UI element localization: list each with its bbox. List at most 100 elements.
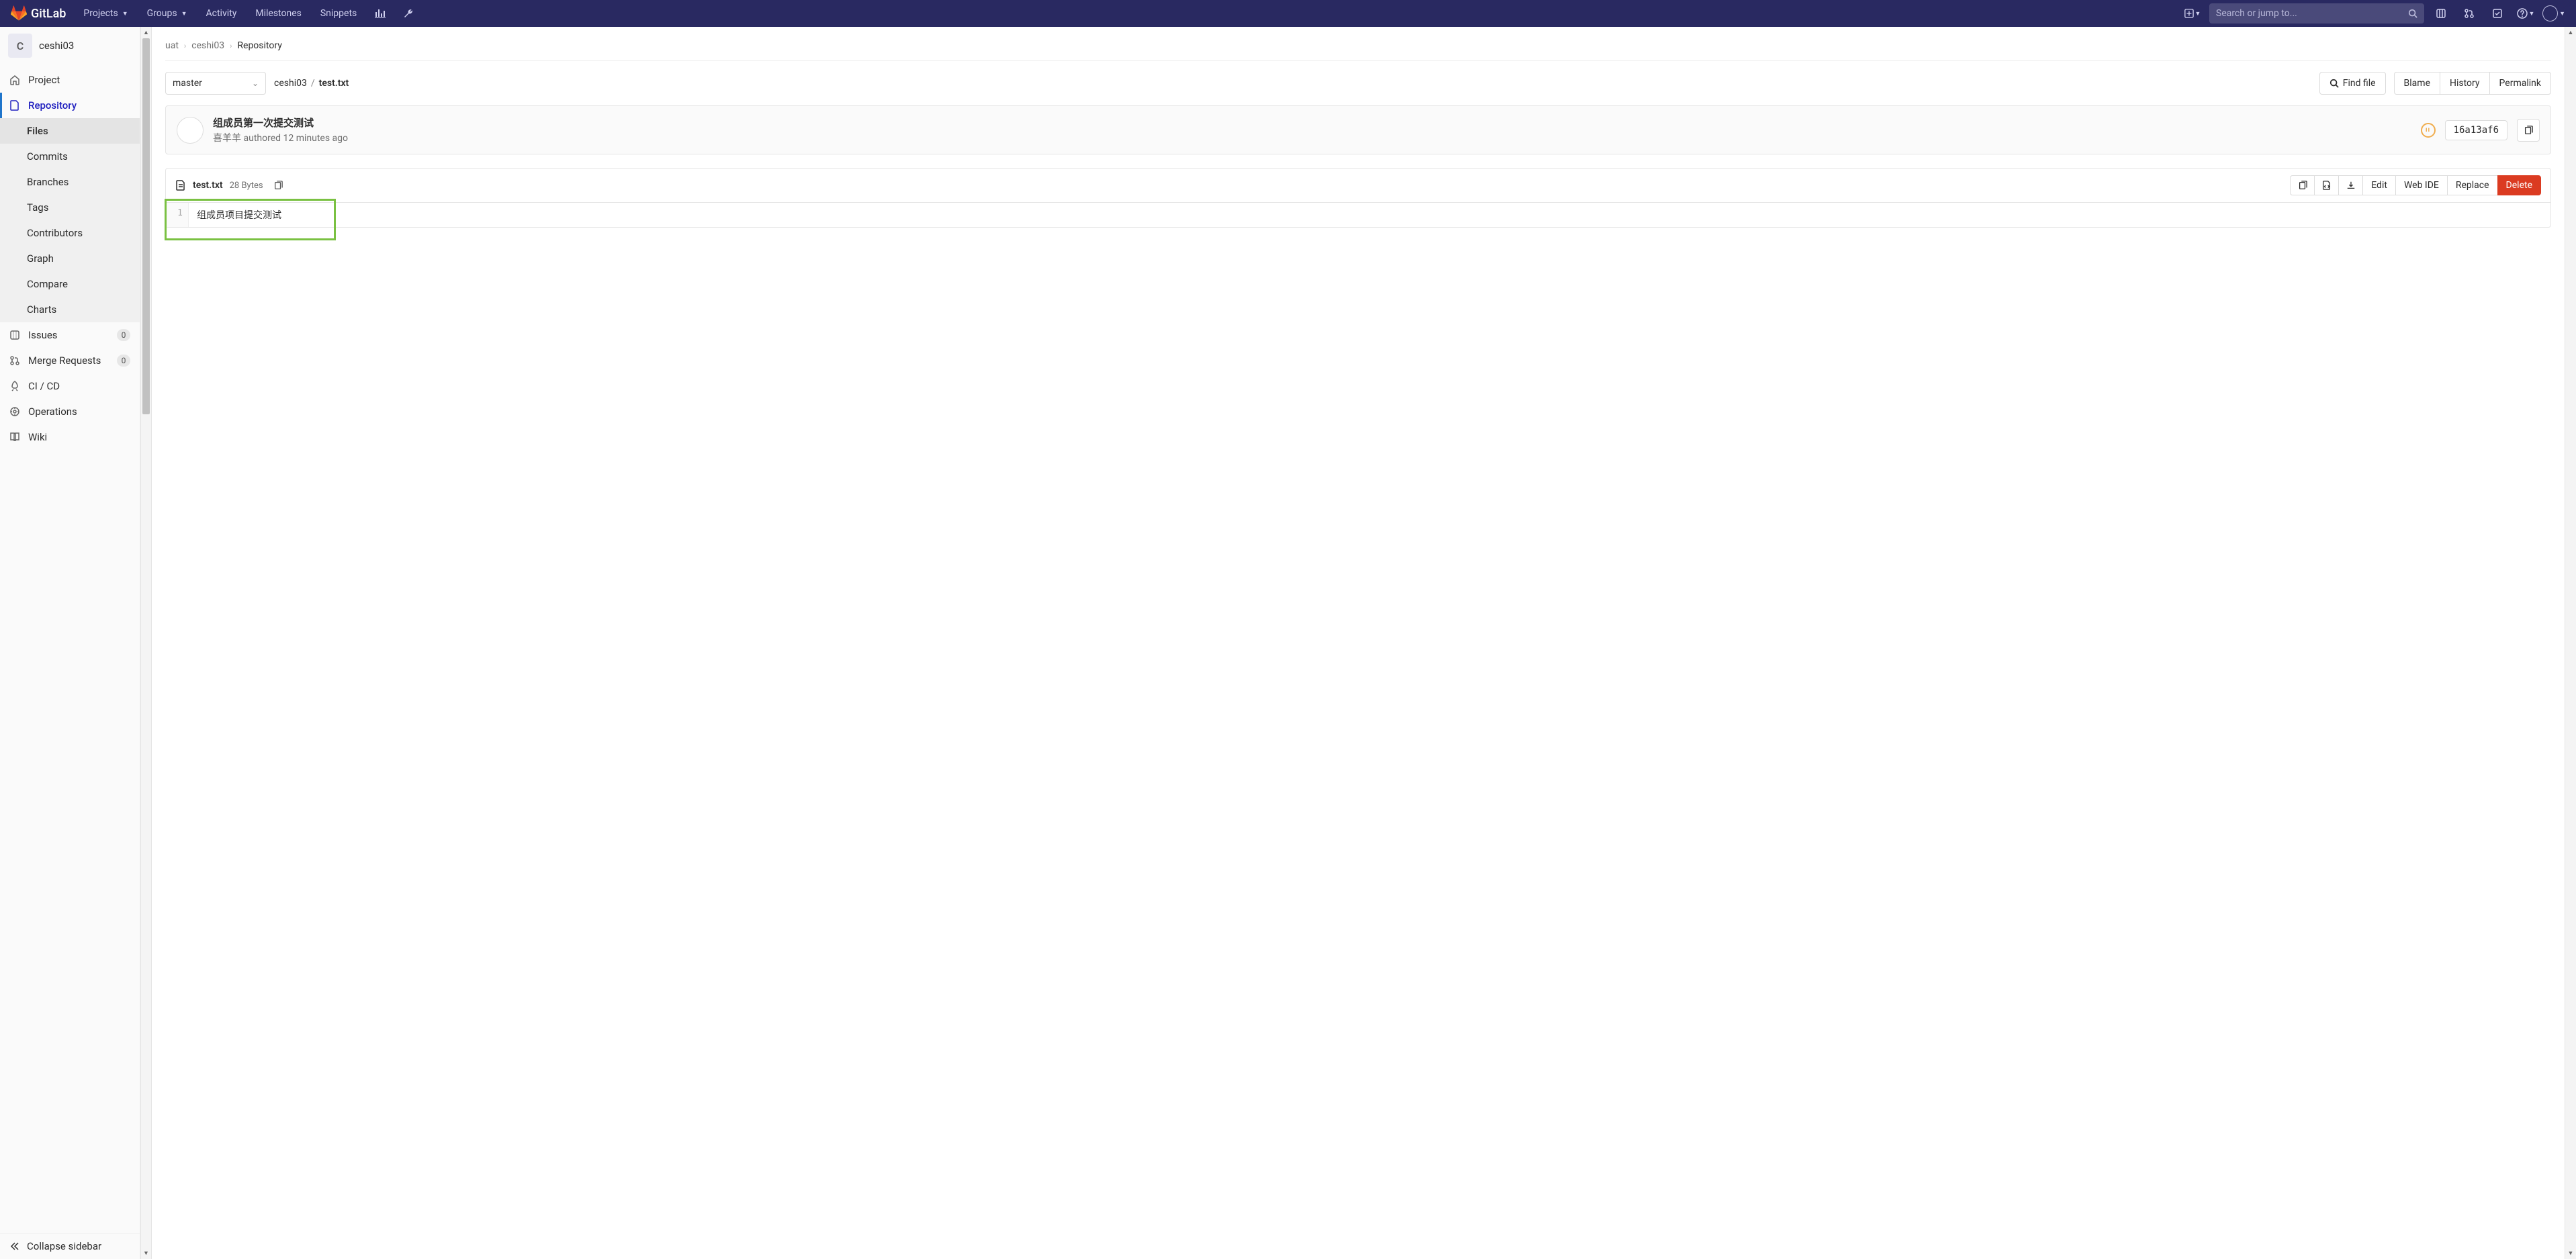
sidebar-item-wiki[interactable]: Wiki — [0, 424, 140, 450]
nav-milestones[interactable]: Milestones — [249, 0, 308, 27]
sidebar-sub-files[interactable]: Files — [0, 118, 140, 144]
file-history-group: Blame History Permalink — [2394, 72, 2551, 95]
branch-selector[interactable]: master ⌄ — [165, 72, 266, 95]
sidebar-sub-commits[interactable]: Commits — [0, 144, 140, 169]
chevron-down-icon: ▼ — [181, 10, 187, 17]
todos-icon[interactable] — [2486, 0, 2509, 27]
commit-sha[interactable]: 16a13af6 — [2445, 120, 2507, 140]
sidebar-sub-graph[interactable]: Graph — [0, 246, 140, 271]
copy-icon — [273, 181, 283, 190]
user-avatar — [2542, 5, 2558, 21]
chevron-down-icon: ▼ — [2559, 10, 2565, 17]
scroll-up-icon: ▲ — [2565, 27, 2576, 38]
nav-snippets[interactable]: Snippets — [314, 0, 363, 27]
scroll-up-icon: ▲ — [141, 27, 151, 38]
sidebar-sub-compare[interactable]: Compare — [0, 271, 140, 297]
breadcrumb-group[interactable]: uat — [165, 40, 179, 51]
analytics-icon[interactable] — [369, 0, 392, 27]
sidebar-sub-charts[interactable]: Charts — [0, 297, 140, 322]
collapse-label: Collapse sidebar — [27, 1240, 101, 1252]
nav-activity[interactable]: Activity — [199, 0, 244, 27]
blame-button[interactable]: Blame — [2394, 72, 2440, 95]
scrollbar-thumb[interactable] — [142, 38, 150, 414]
breadcrumb-page: Repository — [237, 40, 281, 51]
issues-shortcut-icon[interactable] — [2430, 0, 2452, 27]
sidebar-item-project[interactable]: Project — [0, 67, 140, 93]
admin-wrench-icon[interactable] — [397, 0, 420, 27]
delete-button[interactable]: Delete — [2497, 175, 2541, 195]
replace-button[interactable]: Replace — [2447, 175, 2497, 195]
file-text-icon — [175, 180, 186, 191]
copy-sha-button[interactable] — [2517, 119, 2540, 142]
issues-count-badge: 0 — [117, 329, 130, 341]
copy-contents-button[interactable] — [2290, 175, 2314, 195]
sidebar-label: Issues — [28, 329, 58, 341]
main-scrollbar[interactable]: ▲ ▼ — [2565, 27, 2576, 1259]
user-menu[interactable]: ▼ — [2542, 0, 2565, 27]
sidebar-label: Project — [28, 74, 60, 86]
last-commit: 组成员第一次提交测试 喜羊羊 authored 12 minutes ago ı… — [165, 105, 2551, 154]
sidebar-item-repository[interactable]: Repository — [0, 93, 140, 118]
sidebar-sub-branches[interactable]: Branches — [0, 169, 140, 195]
search-icon — [2329, 79, 2339, 88]
file-path: ceshi03 / test.txt — [274, 78, 349, 89]
file-size: 28 Bytes — [230, 181, 263, 191]
nav-projects[interactable]: Projects▼ — [77, 0, 134, 27]
brand-label: GitLab — [31, 7, 66, 21]
search-input[interactable] — [2216, 8, 2408, 19]
top-nav: GitLab Projects▼ Groups▼ Activity Milest… — [0, 0, 2576, 27]
permalink-button[interactable]: Permalink — [2489, 72, 2551, 95]
breadcrumb-project[interactable]: ceshi03 — [191, 40, 224, 51]
sidebar-item-cicd[interactable]: CI / CD — [0, 373, 140, 399]
doc-icon — [9, 100, 20, 111]
copy-path-button[interactable] — [270, 177, 286, 193]
history-button[interactable]: History — [2440, 72, 2489, 95]
path-project[interactable]: ceshi03 — [274, 78, 307, 89]
sidebar-label: Operations — [28, 406, 77, 418]
sidebar-project-header[interactable]: C ceshi03 — [0, 27, 140, 64]
path-filename: test.txt — [319, 78, 349, 89]
pipeline-status-pending-icon[interactable]: ıı — [2421, 123, 2436, 138]
sidebar-item-operations[interactable]: Operations — [0, 399, 140, 424]
sidebar-scrollbar[interactable]: ▲ ▼ — [140, 27, 152, 1259]
mrs-count-badge: 0 — [117, 355, 130, 367]
sidebar-item-issues[interactable]: Issues 0 — [0, 322, 140, 348]
file-name: test.txt — [193, 180, 223, 191]
sidebar-label: Repository — [28, 99, 77, 111]
sidebar-sub-contributors[interactable]: Contributors — [0, 220, 140, 246]
download-button[interactable] — [2338, 175, 2362, 195]
breadcrumbs: uat › ceshi03 › Repository — [165, 36, 2551, 61]
commit-meta: 喜羊羊 authored 12 minutes ago — [213, 131, 348, 144]
gitlab-logo[interactable]: GitLab — [11, 5, 66, 21]
copy-icon — [2524, 126, 2533, 135]
rocket-icon — [9, 381, 20, 391]
collapse-sidebar[interactable]: Collapse sidebar — [0, 1233, 140, 1259]
sidebar-sub-tags[interactable]: Tags — [0, 195, 140, 220]
scroll-down-icon: ▼ — [141, 1248, 151, 1259]
raw-button[interactable] — [2314, 175, 2338, 195]
commit-title[interactable]: 组成员第一次提交测试 — [213, 115, 348, 130]
commit-author[interactable]: 喜羊羊 — [213, 133, 241, 144]
edit-button[interactable]: Edit — [2362, 175, 2395, 195]
project-avatar: C — [8, 34, 32, 58]
chevron-double-left-icon — [9, 1241, 20, 1252]
find-file-button[interactable]: Find file — [2319, 72, 2386, 95]
help-dropdown[interactable]: ▼ — [2514, 0, 2537, 27]
home-icon — [9, 75, 20, 85]
commit-author-avatar[interactable] — [177, 117, 204, 144]
merge-request-icon — [9, 355, 20, 366]
line-number[interactable]: 1 — [166, 203, 189, 227]
project-name: ceshi03 — [39, 40, 74, 52]
nav-groups[interactable]: Groups▼ — [140, 0, 194, 27]
file-content: 1 组成员项目提交测试 — [166, 203, 2550, 227]
webide-button[interactable]: Web IDE — [2395, 175, 2447, 195]
file-toolbar: master ⌄ ceshi03 / test.txt Find file Bl… — [165, 61, 2551, 105]
sidebar-label: CI / CD — [28, 380, 60, 392]
global-search[interactable] — [2209, 3, 2424, 24]
sidebar-label: Merge Requests — [28, 355, 101, 367]
new-dropdown[interactable]: ▼ — [2181, 0, 2204, 27]
chevron-down-icon: ▼ — [2529, 10, 2535, 17]
download-icon — [2346, 181, 2356, 190]
merge-requests-shortcut-icon[interactable] — [2458, 0, 2481, 27]
sidebar-item-merge-requests[interactable]: Merge Requests 0 — [0, 348, 140, 373]
